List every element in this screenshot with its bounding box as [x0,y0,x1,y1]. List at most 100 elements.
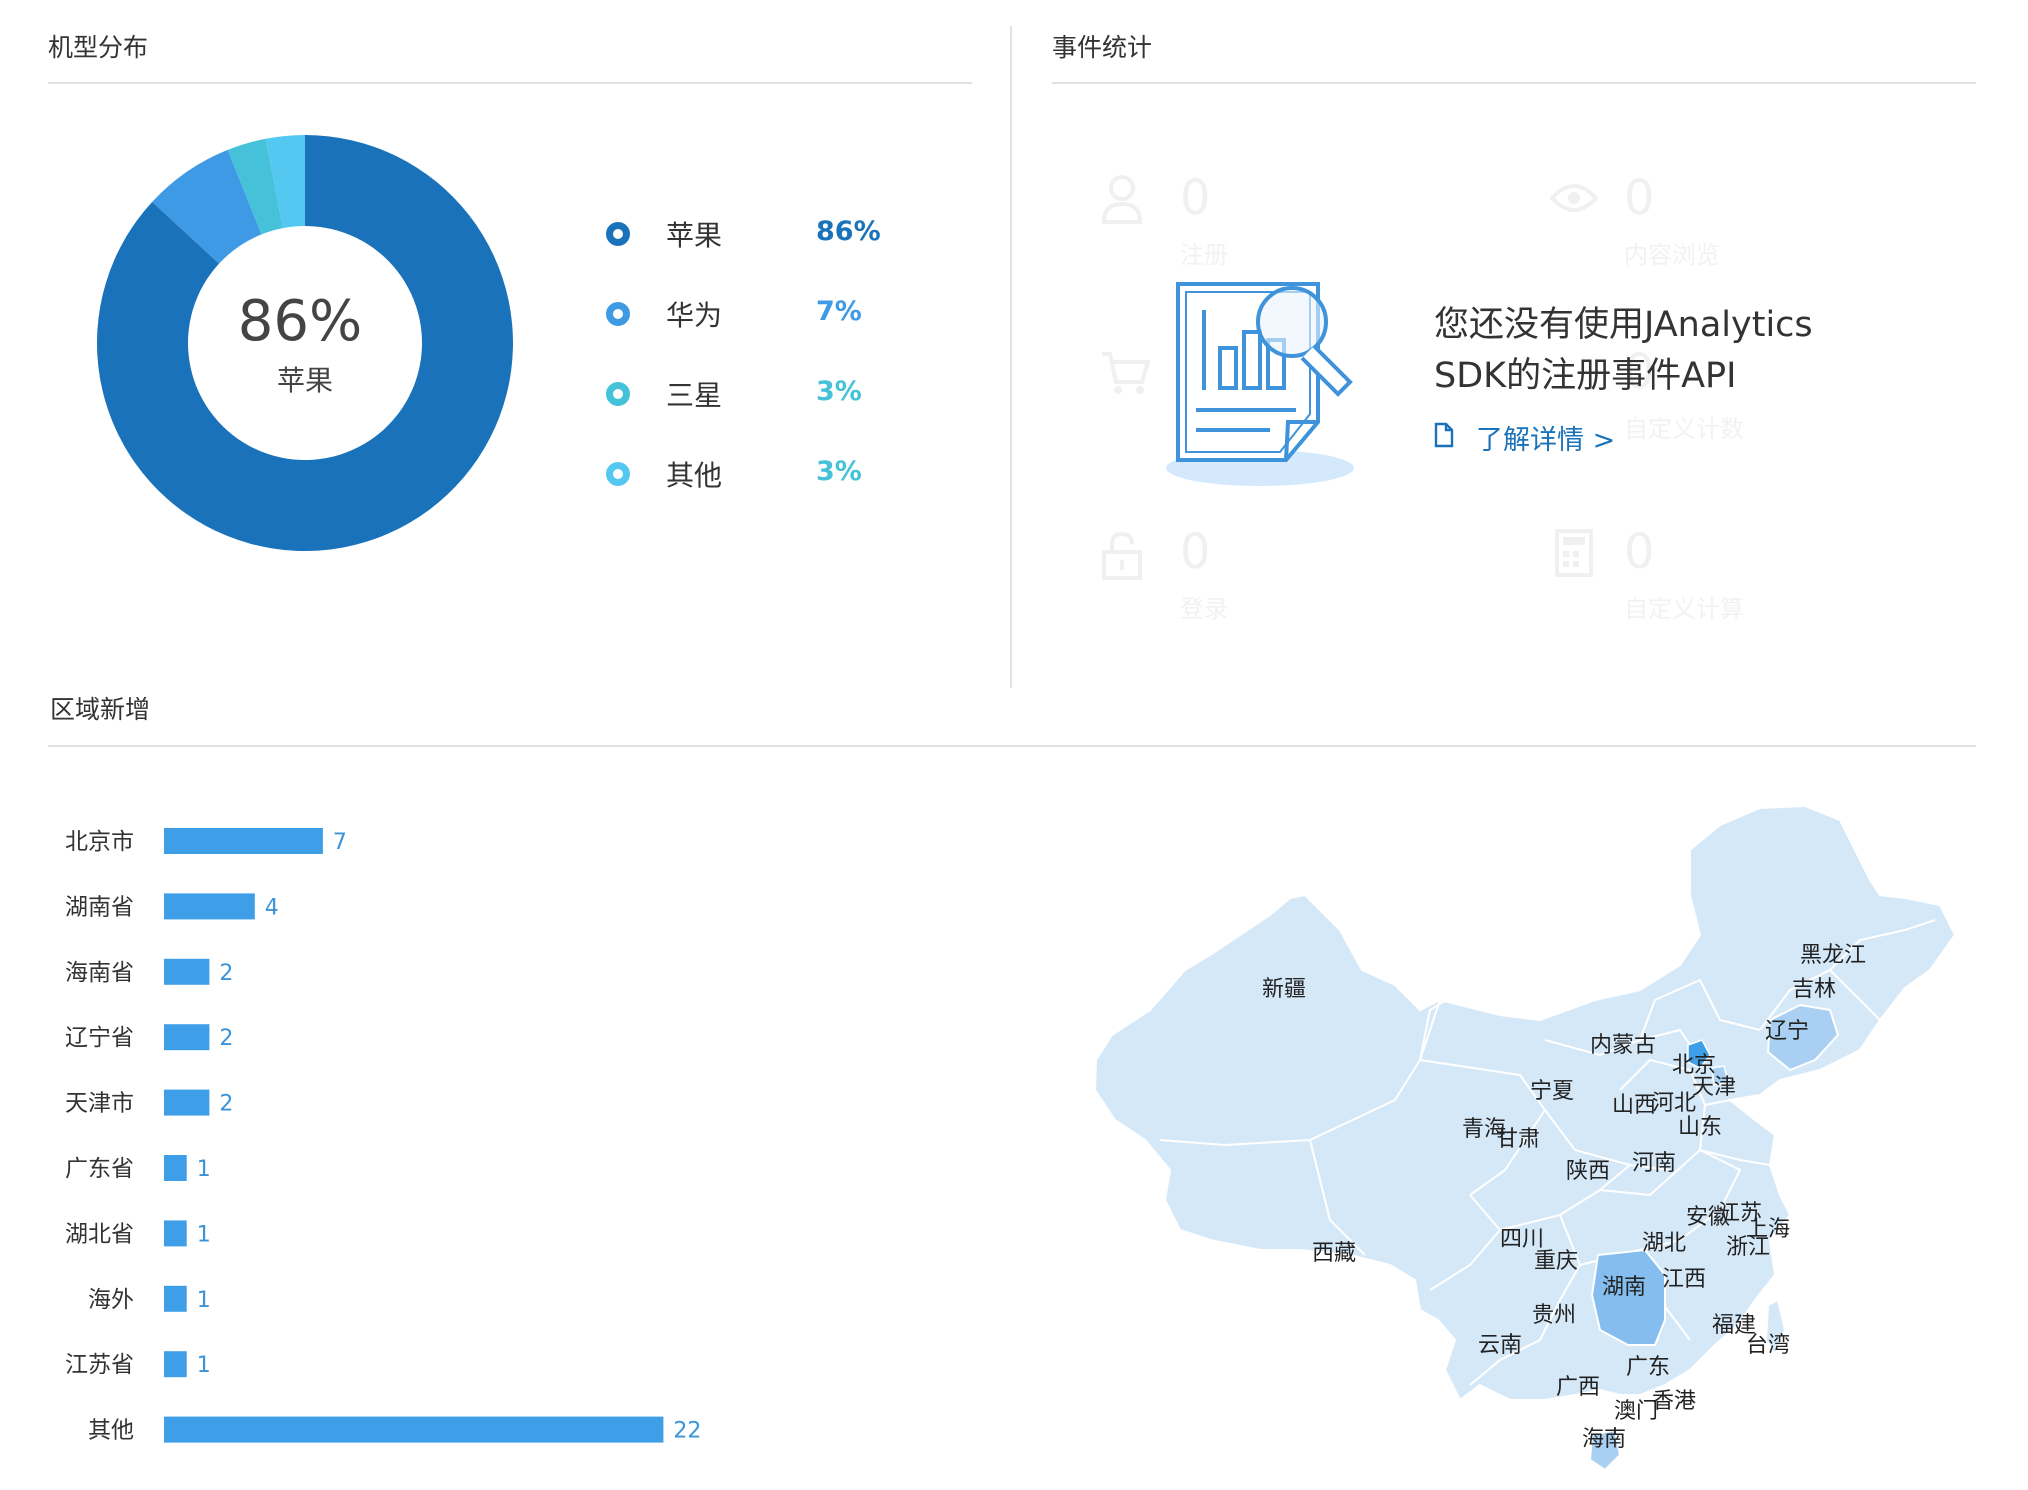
events-empty-message: 您还没有使用JAnalytics SDK的注册事件API [1434,300,1813,402]
legend-label: 其他 [666,459,723,492]
legend-pct: 3% [816,456,862,487]
events-empty-message-line: 您还没有使用JAnalytics [1434,305,1813,345]
bar[interactable] [164,1285,187,1312]
bar[interactable] [164,958,210,985]
cart-icon [1102,352,1150,394]
legend-label: 三星 [666,379,723,412]
donut-center-label: 苹果 [277,364,333,397]
map-label: 江西 [1662,1267,1706,1292]
map-label: 甘肃 [1496,1127,1540,1152]
map-label: 山西 [1612,1093,1656,1118]
ghost-metric-value: 0 [1180,524,1211,580]
report-magnifier-icon [1166,282,1354,486]
map-label: 河南 [1632,1151,1676,1176]
legend-marker-icon [606,462,630,486]
bar-value-label: 22 [673,1419,701,1444]
legend-item-other[interactable]: 其他 3% [606,454,946,494]
bar[interactable] [164,1024,210,1051]
ghost-metric-label: 自定义计数 [1624,415,1744,443]
ghost-metric-label: 注册 [1180,241,1228,269]
legend-marker-icon [606,222,630,246]
bar-category-label: 湖北省 [65,1221,134,1247]
legend-pct: 3% [816,376,862,407]
bar-value-label: 1 [197,1157,211,1182]
bar-value-label: 1 [197,1353,211,1378]
lock-icon [1102,531,1142,580]
map-label: 陕西 [1566,1159,1610,1184]
donut-center-value: 86% [238,289,362,354]
bar-value-label: 1 [197,1222,211,1247]
legend-label: 苹果 [666,219,723,252]
bar[interactable] [164,1416,664,1443]
map-label: 香港 [1652,1389,1696,1414]
legend-pct: 86% [816,216,881,247]
bar-category-label: 湖南省 [65,894,134,920]
bar[interactable] [164,1089,210,1116]
bar-category-label: 海南省 [65,960,134,986]
ghost-metric-label: 登录 [1180,595,1228,623]
legend-item-apple[interactable]: 苹果 86% [606,214,946,254]
bar[interactable] [164,1351,187,1378]
bar-value-label: 2 [219,1092,233,1117]
map-label: 澳门 [1614,1399,1658,1424]
region-bar-chart: 北京市 7 湖南省 4 海南省 2 辽宁省 2 天津市 2 广东省 1 湖北省 1 海外 1 江苏省 1 其他 22 [65,828,701,1444]
map-label: 海南 [1582,1427,1626,1452]
bar-value-label: 2 [219,961,233,986]
map-label: 内蒙古 [1590,1033,1656,1058]
legend-item-huawei[interactable]: 华为 7% [606,294,946,334]
legend-marker-icon [606,382,630,406]
map-label: 湖北 [1642,1231,1686,1256]
region-section-divider [48,745,1976,747]
calculator-icon [1555,529,1593,577]
events-section-title: 事件统计 [1052,33,1153,62]
ghost-metric-value: 0 [1180,170,1211,226]
map-label: 台湾 [1746,1333,1790,1358]
bar-category-label: 其他 [88,1418,134,1444]
eye-icon [1550,184,1598,212]
bar-value-label: 4 [265,895,279,920]
bar[interactable] [164,1220,187,1247]
legend-pct: 7% [816,296,862,327]
ghost-metric-value: 0 [1624,524,1655,580]
events-section-divider [1052,82,1976,84]
bar-value-label: 1 [197,1288,211,1313]
map-label: 河北 [1652,1091,1696,1116]
bar[interactable] [164,1155,187,1181]
map-label: 广东 [1626,1355,1670,1380]
map-label: 重庆 [1534,1249,1578,1274]
document-icon [1434,422,1454,448]
bar-category-label: 江苏省 [65,1352,134,1378]
bar[interactable] [164,893,255,920]
learn-more-text: 了解详情 > [1476,425,1616,456]
legend-marker-icon [606,302,630,326]
device-section-divider [48,82,972,84]
bar-category-label: 北京市 [65,829,134,855]
map-label: 山东 [1678,1115,1722,1140]
map-label: 天津 [1692,1075,1736,1100]
vertical-divider [1010,26,1012,688]
map-label: 西藏 [1312,1241,1356,1266]
bar-category-label: 广东省 [65,1156,134,1182]
ghost-metric-label: 内容浏览 [1624,241,1720,269]
map-label: 宁夏 [1530,1079,1574,1104]
map-label: 广西 [1556,1375,1600,1400]
map-label: 云南 [1478,1333,1522,1358]
bar[interactable] [164,828,323,854]
map-label: 浙江 [1726,1235,1770,1260]
ghost-metric-label: 自定义计算 [1624,595,1744,623]
device-legend: 苹果 86% 华为 7% 三星 3% 其他 3% [606,214,946,514]
legend-item-samsung[interactable]: 三星 3% [606,374,946,414]
bar-value-label: 2 [219,1026,233,1051]
map-label: 新疆 [1262,977,1306,1002]
map-label: 安徽 [1686,1205,1730,1230]
china-map: 新疆 西藏 黑龙江 吉林 辽宁 内蒙古 北京 天津 宁夏 山西 河北 山东 青海… [1093,804,1957,1472]
region-section-title: 区域新增 [50,695,151,724]
device-donut-chart: 86% 苹果 [96,135,513,551]
bar-category-label: 天津市 [65,1091,134,1117]
map-label: 黑龙江 [1800,943,1866,968]
map-mainland [1093,804,1957,1402]
legend-label: 华为 [666,299,723,332]
bar-category-label: 海外 [88,1287,134,1313]
map-label: 辽宁 [1765,1019,1809,1044]
user-icon [1101,175,1143,224]
